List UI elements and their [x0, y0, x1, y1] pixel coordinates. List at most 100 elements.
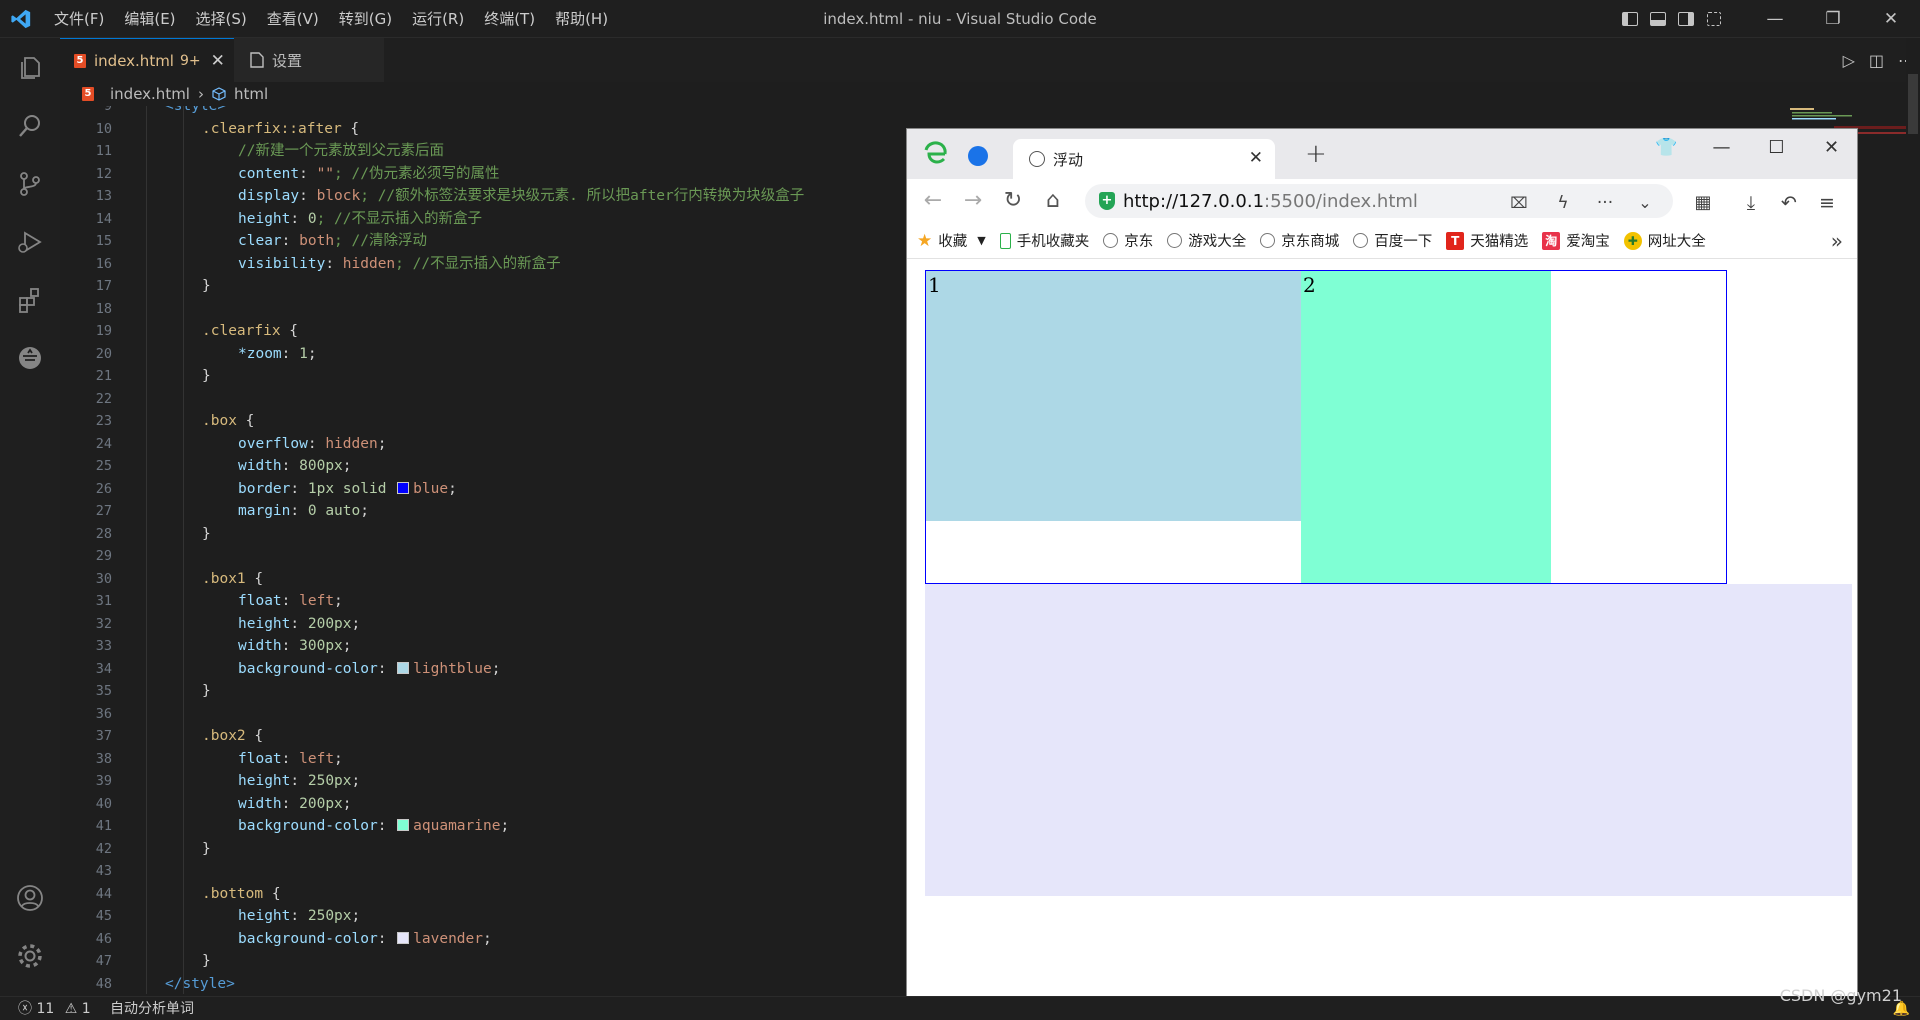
more-options-icon[interactable]: ··· [1591, 189, 1619, 217]
manage-gear-icon[interactable] [12, 938, 48, 974]
breadcrumb-element[interactable]: html [234, 85, 268, 103]
spell-check-status[interactable]: 自动分析单词 [110, 997, 194, 1020]
line-number: 46 [95, 930, 112, 947]
line-number-gutter: 9 10 11 12 13 14 15 16 17 18 19 20 21 22 23 24 25 26 27 28 2… [60, 106, 112, 994]
bookmark-jd[interactable]: 京东 [1103, 230, 1153, 251]
code-line: width: 200px; [238, 795, 352, 812]
close-icon[interactable]: ✕ [1804, 129, 1857, 169]
title-bar: 文件(F) 编辑(E) 选择(S) 查看(V) 转到(G) 运行(R) 终端(T… [0, 0, 1920, 38]
url-path: :5500/index.html [1264, 190, 1418, 212]
line-number: 15 [95, 233, 112, 249]
site-directory-icon: ✚ [1623, 231, 1642, 250]
forward-icon[interactable]: → [959, 187, 987, 215]
browser-tab[interactable]: 浮动 ✕ [1013, 139, 1275, 179]
shirt-skin-icon[interactable]: 👕 [1639, 129, 1694, 169]
code-line: height: 250px; [238, 908, 361, 924]
page-bottom-block [925, 584, 1852, 896]
problems-status[interactable]: ⓧ 11 ⚠ 1 [18, 997, 91, 1020]
problems-badge: 9+ [179, 52, 201, 69]
menu-icon[interactable]: ≡ [1813, 189, 1841, 217]
line-number: 23 [95, 413, 112, 429]
line-number: 14 [95, 210, 112, 227]
restore-window-icon[interactable]: ❐ [1804, 0, 1862, 38]
breadcrumb: 5 index.html › html [60, 82, 1920, 106]
source-control-icon[interactable] [12, 166, 48, 202]
browser-logo-icon [924, 141, 947, 164]
home-icon[interactable]: ⌂ [1039, 187, 1067, 215]
search-icon[interactable] [12, 108, 48, 144]
code-line: border: 1px solid blue; [238, 480, 457, 497]
bookmark-aitaobao[interactable]: 淘爱淘宝 [1542, 230, 1610, 251]
toggle-panel-icon[interactable] [1644, 0, 1672, 38]
code-editor[interactable]: 9 10 11 12 13 14 15 16 17 18 19 20 21 22 23 24 25 26 27 28 2… [60, 106, 906, 994]
bookmark-mobile[interactable]: 手机收藏夹 [999, 230, 1089, 251]
bookmark-favorites[interactable]: ★ 收藏 ▼ [917, 230, 986, 251]
menu-view[interactable]: 查看(V) [257, 0, 329, 38]
reload-icon[interactable]: ↻ [999, 187, 1027, 215]
page-box1: 1 [926, 271, 1301, 521]
color-swatch[interactable] [397, 481, 410, 494]
bookmark-hao123[interactable]: ✚ 网址大全 [1623, 230, 1706, 251]
maximize-icon[interactable]: ☐ [1749, 129, 1804, 169]
back-icon[interactable]: ← [919, 187, 947, 215]
menu-file[interactable]: 文件(F) [44, 0, 114, 38]
color-swatch[interactable] [397, 931, 410, 944]
explorer-icon[interactable] [12, 50, 48, 86]
page-box2: 2 [1301, 271, 1551, 583]
translate-icon[interactable]: ⌧ [1505, 189, 1533, 217]
line-number: 43 [95, 863, 112, 879]
apps-grid-icon[interactable]: ▦ [1689, 189, 1717, 217]
line-number: 40 [95, 795, 112, 812]
menu-run[interactable]: 运行(R) [402, 0, 474, 38]
code-line: } [202, 840, 211, 857]
customize-layout-icon[interactable] [1700, 0, 1728, 38]
editor-scrollbar[interactable] [1906, 38, 1920, 996]
lightning-icon[interactable]: ϟ [1549, 189, 1577, 217]
bookmark-games[interactable]: 游戏大全 [1167, 230, 1246, 251]
run-file-icon[interactable]: ▷ [1843, 51, 1855, 70]
toggle-primary-sidebar-icon[interactable] [1616, 0, 1644, 38]
scrollbar-thumb[interactable] [1908, 74, 1918, 134]
run-and-debug-icon[interactable] [12, 224, 48, 260]
bookmarks-overflow-icon[interactable]: » [1831, 229, 1843, 253]
code-line: } [202, 683, 211, 699]
menu-help[interactable]: 帮助(H) [545, 0, 618, 38]
menu-selection[interactable]: 选择(S) [186, 0, 257, 38]
bookmark-tmall[interactable]: T 天猫精选 [1446, 230, 1528, 251]
file-icon [250, 52, 264, 68]
breadcrumb-file[interactable]: index.html [110, 85, 190, 103]
close-window-icon[interactable]: ✕ [1862, 0, 1920, 38]
remote-explorer-icon[interactable] [12, 340, 48, 376]
code-line: <style> [165, 106, 227, 114]
tab-settings[interactable]: 设置 [234, 38, 384, 82]
line-number: 42 [95, 840, 112, 857]
menu-edit[interactable]: 编辑(E) [114, 0, 185, 38]
line-number: 37 [95, 728, 112, 744]
line-number: 39 [95, 773, 112, 789]
new-tab-icon[interactable]: + [1305, 139, 1327, 169]
menu-terminal[interactable]: 终端(T) [474, 0, 545, 38]
menu-go[interactable]: 转到(G) [329, 0, 402, 38]
minimize-window-icon[interactable]: — [1746, 0, 1804, 38]
address-bar[interactable]: + http://127.0.0.1:5500/index.html [1085, 184, 1673, 218]
dropdown-chevron-icon[interactable]: ⌄ [1631, 189, 1659, 217]
close-tab-icon[interactable]: ✕ [1249, 148, 1263, 168]
download-icon[interactable]: ⤓ [1737, 189, 1765, 217]
bookmarks-bar: ★ 收藏 ▼ 手机收藏夹 京东 游戏大全 京东商城 百度一下 T 天猫精选 淘爱淘宝 … [907, 223, 1857, 259]
toggle-secondary-sidebar-icon[interactable] [1672, 0, 1700, 38]
accounts-icon[interactable] [12, 880, 48, 916]
undo-close-icon[interactable]: ↶ [1775, 189, 1803, 217]
close-tab-icon[interactable]: ✕ [211, 51, 225, 71]
color-swatch[interactable] [397, 661, 410, 674]
tab-index-html[interactable]: 5 index.html 9+ ✕ [60, 38, 234, 82]
html5-icon: 5 [74, 53, 86, 68]
telegram-icon[interactable] [968, 146, 988, 166]
split-editor-icon[interactable]: ◫ [1869, 51, 1884, 70]
color-swatch[interactable] [397, 819, 410, 831]
bookmark-baidu[interactable]: 百度一下 [1353, 230, 1432, 251]
watermark: CSDN @gym21 [1779, 986, 1902, 1005]
minimize-icon[interactable]: — [1694, 129, 1749, 169]
extensions-icon[interactable] [12, 282, 48, 318]
bookmark-jd-mall[interactable]: 京东商城 [1260, 230, 1339, 251]
code-line: //新建一个元素放到父元素后面 [238, 143, 444, 159]
